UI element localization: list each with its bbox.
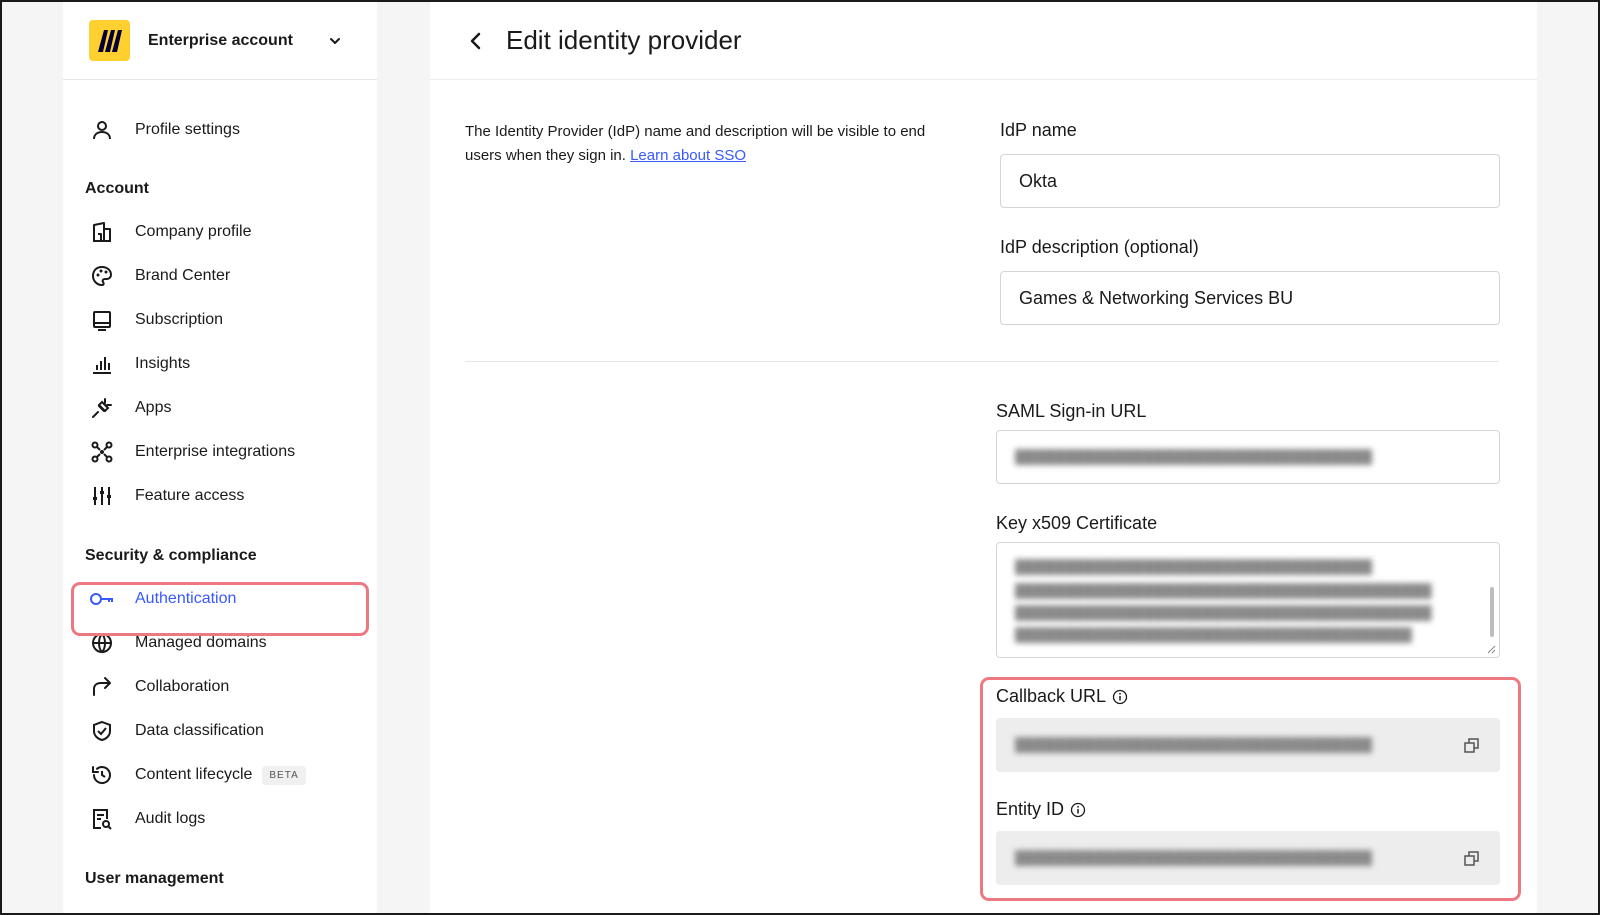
x509-certificate-label: Key x509 Certificate [996,513,1158,533]
idp-name-value: Okta [1019,170,1058,191]
page-header: Edit identity provider [430,2,1537,80]
building-icon [89,219,115,245]
redacted-value: ████████████████████████████████████ [1015,559,1373,575]
sidebar-item-company-profile[interactable]: Company profile [89,212,252,252]
sidebar-item-enterprise-integrations[interactable]: Enterprise integrations [89,432,295,472]
idp-description-value: Games & Networking Services BU [1019,287,1294,308]
share-arrow-icon [89,674,115,700]
beta-badge: BETA [262,765,306,785]
sidebar-item-label: Data classification [135,722,264,739]
sidebar-item-label: Collaboration [135,678,230,695]
back-button[interactable] [464,29,488,53]
sidebar-item-feature-access[interactable]: Feature access [89,476,244,516]
learn-about-sso-link[interactable]: Learn about SSO [630,147,746,164]
sidebar-item-label: Content lifecycle [135,766,253,783]
sidebar-item-content-lifecycle[interactable]: Content lifecycle BETA [89,755,306,795]
sidebar-item-label: Apps [135,399,172,416]
sidebar-item-subscription[interactable]: Subscription [89,300,223,340]
user-icon [89,117,115,143]
saml-signin-url-input[interactable]: ████████████████████████████████████ [996,430,1500,484]
sidebar-item-label: Audit logs [135,810,206,827]
section-title-security: Security & compliance [85,547,257,564]
sidebar-item-profile-settings[interactable]: Profile settings [89,110,240,150]
section-divider [465,361,1499,362]
integrations-icon [89,439,115,465]
idp-description-text: The Identity Provider (IdP) name and des… [465,120,945,168]
section-title-account: Account [85,180,149,197]
sidebar-item-label: Insights [135,355,191,372]
sidebar-item-label: Subscription [135,311,224,328]
sidebar-item-insights[interactable]: Insights [89,344,190,384]
sliders-icon [89,483,115,509]
sidebar-item-label: Brand Center [135,267,231,284]
idp-name-label: IdP name [1000,120,1077,140]
sidebar-item-label: Profile settings [135,121,240,138]
miro-logo-icon [89,20,130,61]
sidebar-item-audit-logs[interactable]: Audit logs [89,799,205,839]
sidebar-item-collaboration[interactable]: Collaboration [89,667,229,707]
history-icon [89,762,115,788]
sidebar-item-data-classification[interactable]: Data classification [89,711,264,751]
scrollbar[interactable] [1490,587,1494,637]
chevron-left-icon [470,32,481,49]
subscription-icon [89,307,115,333]
idp-description-label: IdP description (optional) [1000,237,1199,257]
plug-icon [89,395,115,421]
sidebar-item-label: Enterprise integrations [135,443,296,460]
chevron-down-icon[interactable] [327,33,343,49]
highlight-authentication [71,582,369,636]
account-name: Enterprise account [148,31,293,49]
section-title-user-management: User management [85,870,224,887]
resize-handle-icon[interactable] [1486,644,1496,654]
redacted-value: ████████████████████████████████████████… [1015,605,1432,621]
sidebar-item-label: Feature access [135,487,245,504]
idp-description-input[interactable]: Games & Networking Services BU [1000,271,1500,325]
x509-certificate-textarea[interactable]: ████████████████████████████████████ ███… [996,542,1500,658]
idp-name-input[interactable]: Okta [1000,154,1500,208]
sidebar-item-label: Company profile [135,223,252,240]
sidebar-item-brand-center[interactable]: Brand Center [89,256,230,296]
shield-check-icon [89,718,115,744]
redacted-value: ████████████████████████████████████████ [1015,627,1412,643]
sidebar-item-apps[interactable]: Apps [89,388,171,428]
redacted-value: ████████████████████████████████████ [1015,449,1373,465]
saml-signin-url-label: SAML Sign-in URL [996,401,1147,421]
redacted-value: ████████████████████████████████████████… [1015,583,1432,599]
palette-icon [89,263,115,289]
highlight-callback-entity [980,677,1521,901]
sidebar: Enterprise account Profile settings Acco… [63,2,377,913]
audit-log-icon [89,806,115,832]
page-title: Edit identity provider [506,25,742,55]
bar-chart-icon [89,351,115,377]
account-switcher[interactable]: Enterprise account [63,2,377,80]
sidebar-item-label: Managed domains [135,634,267,651]
